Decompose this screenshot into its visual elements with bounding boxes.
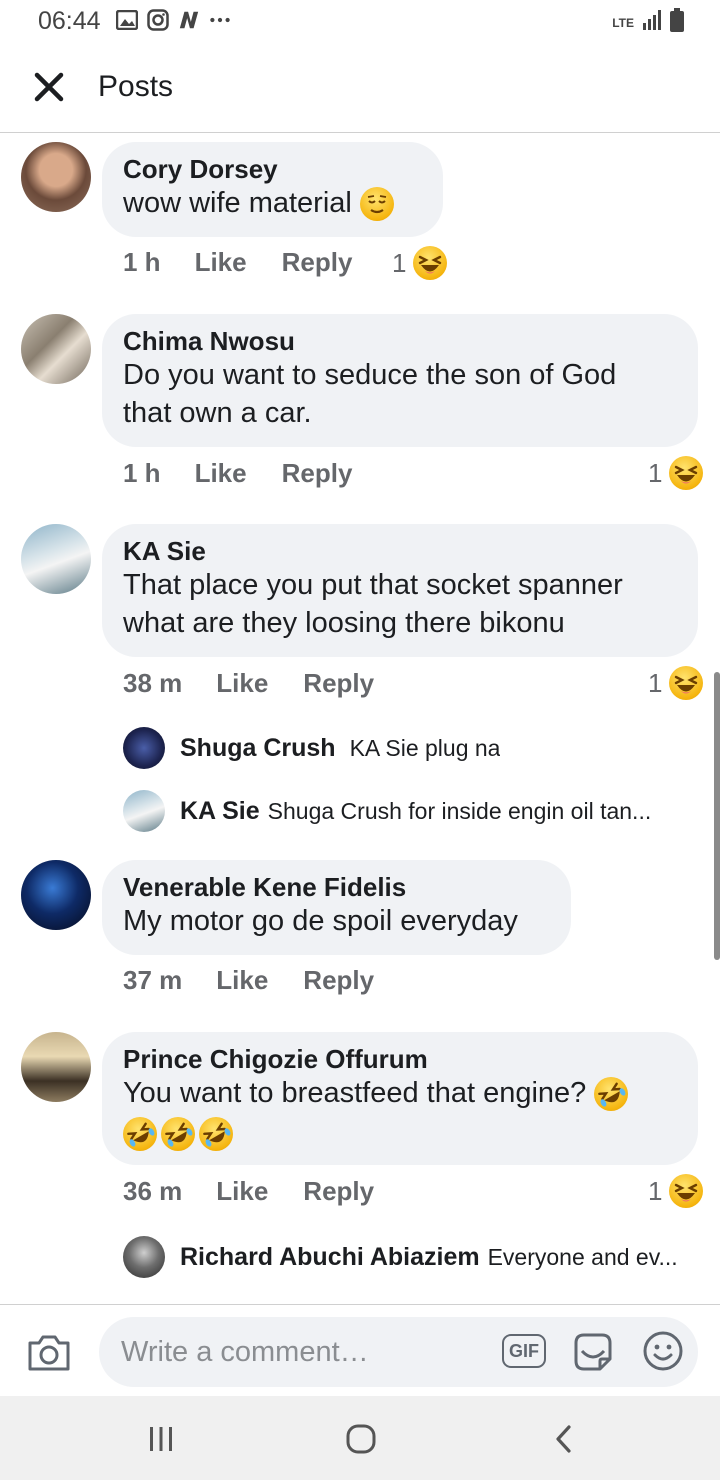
comment-author[interactable]: Venerable Kene Fidelis [123, 872, 550, 902]
network-type: LTE [612, 15, 634, 30]
home-icon [346, 1424, 376, 1454]
reply-author[interactable]: Shuga Crush [180, 734, 336, 763]
laughing-emoji [669, 1174, 704, 1208]
reply-author[interactable]: KA Sie [180, 797, 260, 826]
comment-text: You want to breastfeed that engine? [123, 1074, 677, 1112]
comment-text: My motor go de spoil everyday [123, 905, 518, 937]
close-button[interactable] [30, 68, 68, 106]
notification-icons [116, 9, 231, 31]
avatar[interactable] [21, 1032, 91, 1102]
like-button[interactable]: Like [195, 247, 247, 278]
status-time: 06:44 [38, 7, 101, 35]
camera-icon [28, 1335, 70, 1371]
reply-preview[interactable]: Richard Abuchi Abiaziem Everyone and ev.… [123, 1236, 678, 1278]
avatar[interactable] [21, 860, 91, 930]
avatar[interactable] [21, 524, 91, 594]
comment-bubble[interactable]: KA Sie That place you put that socket sp… [102, 524, 698, 657]
comment-time: 1 h [123, 247, 161, 277]
comment-text-line: That place you put that socket spanner [123, 569, 623, 601]
laughing-emoji [669, 666, 704, 700]
reaction-count[interactable]: 1 [648, 666, 704, 700]
status-bar: 06:44 LTE [0, 0, 720, 44]
comment-bubble[interactable]: Chima Nwosu Do you want to seduce the so… [102, 314, 698, 447]
emoji-button[interactable] [642, 1330, 684, 1372]
status-right: LTE [612, 8, 684, 37]
reaction-count[interactable]: 1 [392, 246, 448, 280]
reply-button[interactable]: Reply [282, 247, 353, 278]
more-dots-icon [209, 9, 231, 31]
reply-button[interactable]: Reply [303, 965, 374, 996]
reply-avatar [123, 1236, 165, 1278]
gallery-icon [116, 9, 138, 31]
sticker-button[interactable] [570, 1329, 616, 1375]
like-button[interactable]: Like [195, 458, 247, 489]
back-icon [556, 1425, 571, 1453]
reply-avatar [123, 790, 165, 832]
camera-button[interactable] [26, 1333, 72, 1377]
comment-bubble[interactable]: Cory Dorsey wow wife material [102, 142, 443, 237]
reaction-count[interactable]: 1 [648, 456, 704, 490]
reply-button[interactable]: Reply [282, 458, 353, 489]
reply-text: Shuga Crush for inside engin oil tan... [267, 797, 652, 824]
comment-time: 38 m [123, 668, 183, 698]
comment-meta: 36 m Like Reply [123, 1176, 374, 1207]
smiley-icon [643, 1331, 683, 1371]
recent-apps-button[interactable] [141, 1422, 181, 1456]
rofl-emoji [199, 1117, 233, 1152]
reply-avatar [123, 727, 165, 769]
sticker-icon [574, 1333, 612, 1371]
page-title: Posts [98, 70, 174, 103]
laughing-emoji [413, 246, 448, 280]
signal-icon [642, 9, 662, 36]
comment-meta: 37 m Like Reply [123, 965, 374, 996]
reply-preview[interactable]: KA Sie Shuga Crush for inside engin oil … [123, 790, 651, 832]
scrollbar[interactable] [714, 672, 720, 960]
like-button[interactable]: Like [216, 668, 268, 699]
comment-text-line: Do you want to seduce the son of God [123, 359, 617, 391]
relieved-emoji [359, 187, 394, 222]
reply-text: Everyone and ev... [487, 1243, 678, 1270]
comment-meta: 38 m Like Reply [123, 668, 374, 699]
home-button[interactable] [341, 1422, 381, 1456]
instagram-icon [147, 9, 169, 31]
comment-meta: 1 h Like Reply [123, 247, 352, 278]
battery-icon [670, 8, 684, 37]
laughing-emoji [669, 456, 704, 490]
recent-apps-icon [150, 1427, 172, 1451]
comment-bubble[interactable]: Venerable Kene Fidelis My motor go de sp… [102, 860, 571, 955]
reply-button[interactable]: Reply [303, 668, 374, 699]
comment-meta: 1 h Like Reply [123, 458, 352, 489]
comment-author[interactable]: KA Sie [123, 536, 677, 566]
comment-text: wow wife material [123, 184, 422, 222]
reply-text: KA Sie plug na [349, 734, 501, 761]
comment-author[interactable]: Cory Dorsey [123, 154, 422, 184]
like-button[interactable]: Like [216, 965, 268, 996]
comment-time: 36 m [123, 1176, 183, 1206]
reply-button[interactable]: Reply [303, 1176, 374, 1207]
rofl-emoji [594, 1077, 629, 1112]
avatar[interactable] [21, 142, 91, 212]
back-button[interactable] [544, 1422, 584, 1456]
close-icon [34, 72, 64, 102]
comment-composer: GIF [0, 1304, 720, 1396]
reaction-count[interactable]: 1 [648, 1174, 704, 1208]
comment-author[interactable]: Prince Chigozie Offurum [123, 1044, 677, 1074]
system-nav-bar [0, 1396, 720, 1480]
comment-text-line: that own a car. [123, 397, 312, 429]
gif-button[interactable]: GIF [502, 1334, 546, 1368]
header: Posts [0, 44, 720, 133]
comment-text-line: what are they loosing there bikonu [123, 607, 565, 639]
comment-time: 37 m [123, 965, 183, 995]
reply-author[interactable]: Richard Abuchi Abiaziem [180, 1243, 480, 1272]
comment-emoji-line [123, 1114, 677, 1152]
comment-time: 1 h [123, 458, 161, 488]
comment-author[interactable]: Chima Nwosu [123, 326, 677, 356]
avatar[interactable] [21, 314, 91, 384]
rofl-emoji [161, 1117, 195, 1152]
like-button[interactable]: Like [216, 1176, 268, 1207]
comment-bubble[interactable]: Prince Chigozie Offurum You want to brea… [102, 1032, 698, 1165]
rofl-emoji [123, 1117, 157, 1152]
n-app-icon [178, 9, 200, 31]
reply-preview[interactable]: Shuga Crush KA Sie plug na [123, 727, 500, 769]
